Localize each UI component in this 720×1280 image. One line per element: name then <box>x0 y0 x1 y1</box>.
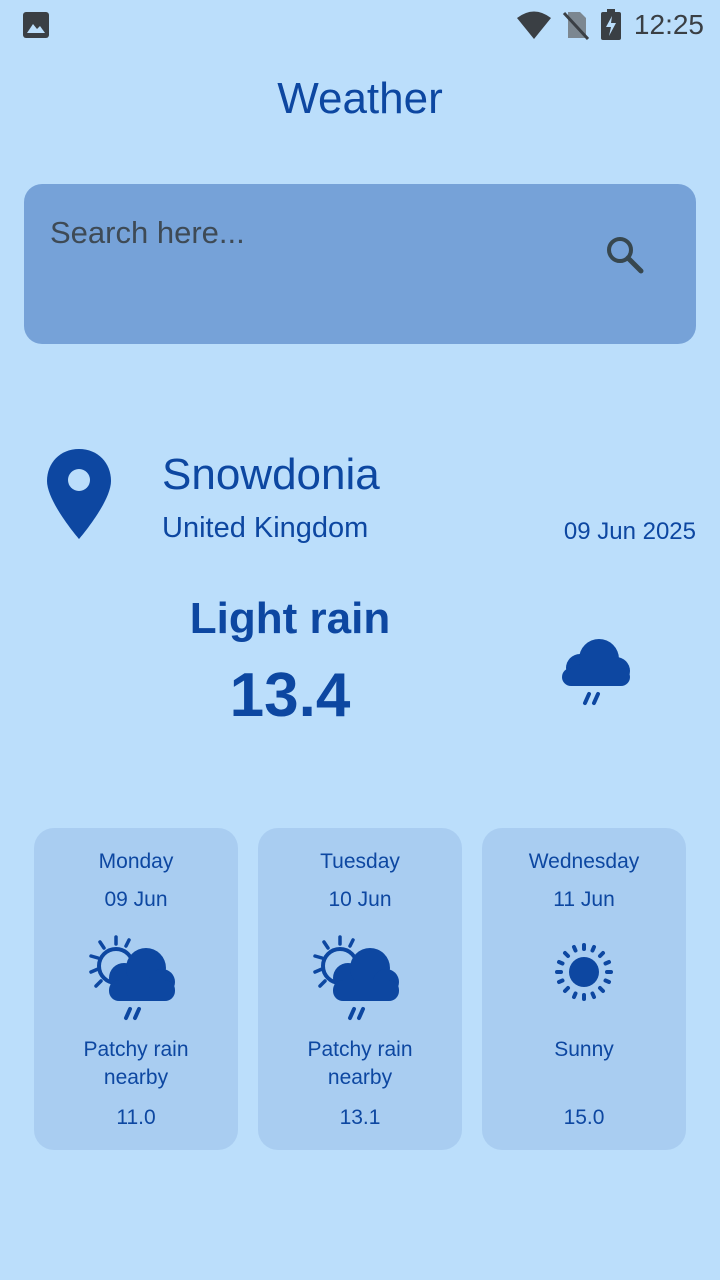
gallery-icon <box>23 12 49 38</box>
wifi-icon <box>516 11 551 39</box>
sun-cloud-rain-icon <box>89 935 175 1020</box>
forecast-card-tuesday: Tuesday 10 Jun Patchy rain nearby 13.1 <box>258 828 462 1150</box>
sun-icon <box>555 943 613 1001</box>
forecast-date: 11 Jun <box>553 888 615 911</box>
forecast-date: 09 Jun <box>104 888 168 911</box>
forecast-day: Tuesday <box>320 850 400 873</box>
forecast-card-monday: Monday 09 Jun Patchy rain nearby 11.0 <box>34 828 238 1150</box>
forecast-temperature: 15.0 <box>563 1106 605 1129</box>
status-time: 12:25 <box>633 9 704 40</box>
country-name: United Kingdom <box>162 512 369 544</box>
sun-cloud-rain-icon <box>313 935 399 1020</box>
forecast-temperature: 11.0 <box>116 1106 156 1129</box>
forecast-description: Sunny <box>554 1038 614 1061</box>
forecast-day: Monday <box>98 850 174 873</box>
forecast-description: Patchy rain nearby <box>307 1038 413 1089</box>
forecast-list: Monday 09 Jun Patchy rain nearby 11.0 Tu… <box>34 828 686 1150</box>
status-bar: 12:25 <box>0 0 720 48</box>
page-title: Weather <box>277 74 443 123</box>
location-pin-icon <box>47 449 111 539</box>
forecast-day: Wednesday <box>528 850 640 873</box>
status-icons: 12:25 <box>516 8 704 42</box>
rain-cloud-icon <box>562 639 630 705</box>
forecast-date: 10 Jun <box>328 888 392 911</box>
current-date: 09 Jun 2025 <box>563 518 696 545</box>
search-input[interactable] <box>48 212 572 254</box>
city-name: Snowdonia <box>162 450 380 499</box>
battery-charging-icon <box>600 9 621 40</box>
forecast-card-wednesday: Wednesday 11 Jun Sunny 15.0 <box>482 828 686 1150</box>
forecast-temperature: 13.1 <box>339 1106 381 1129</box>
no-sim-icon <box>562 11 590 40</box>
forecast-description: Patchy rain nearby <box>83 1038 189 1089</box>
current-temperature: 13.4 <box>229 661 351 730</box>
search-icon[interactable] <box>604 234 646 276</box>
search-box[interactable] <box>24 184 696 344</box>
current-condition: Light rain <box>189 594 391 643</box>
